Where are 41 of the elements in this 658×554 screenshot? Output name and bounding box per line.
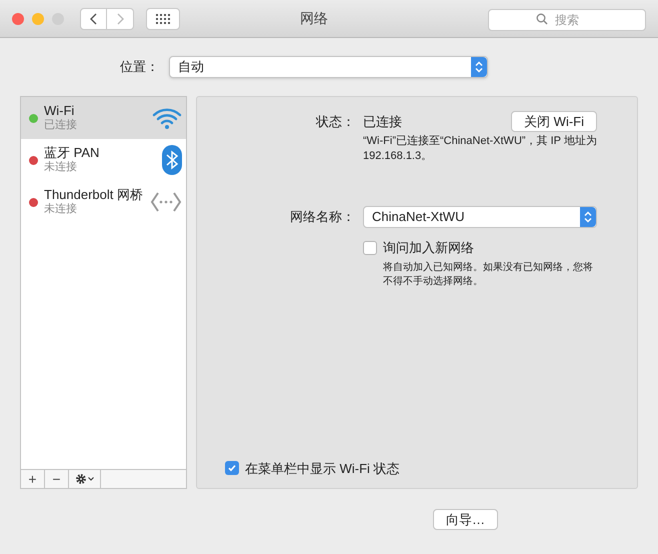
gear-icon (75, 473, 87, 485)
service-item[interactable]: Wi-Fi 已连接 (21, 97, 186, 139)
assistant-button[interactable]: 向导… (433, 509, 498, 530)
wifi-icon (152, 106, 182, 130)
service-name: 蓝牙 PAN (44, 146, 100, 160)
turn-off-wifi-button[interactable]: 关闭 Wi-Fi (511, 111, 597, 132)
status-label: 状态： (314, 113, 355, 131)
ask-join-label: 询问加入新网络 (383, 239, 474, 257)
service-name: Thunderbolt 网桥 (44, 188, 144, 202)
grid-button[interactable] (146, 8, 180, 30)
search-field[interactable]: 搜索 (488, 8, 646, 30)
service-status: 未连接 (44, 202, 78, 216)
location-dropdown[interactable]: 自动 (169, 56, 488, 78)
service-status: 未连接 (44, 160, 78, 174)
checkbox[interactable] (225, 461, 239, 476)
connector-icon (150, 191, 182, 213)
back-button[interactable] (80, 8, 107, 30)
network-dropdown[interactable]: ChinaNet-XtWU (363, 206, 597, 228)
location-label: 位置： (120, 58, 159, 76)
ask-join-note: 将自动加入已知网络。如果没有已知网络，您将不得不手动选择网络。 (382, 260, 594, 288)
add-button[interactable]: + (21, 470, 45, 488)
status-value: 已连接 (363, 112, 402, 131)
checkbox[interactable] (363, 240, 377, 255)
network-name-label: 网络名称： (289, 208, 355, 226)
checkmark-icon (227, 463, 237, 474)
minimize-button[interactable] (32, 12, 44, 24)
bluetooth-icon (162, 145, 182, 175)
caret-icon (88, 477, 94, 481)
status-note: “Wi-Fi”已连接至“ChinaNet-XtWU”，其 IP 地址为 192.168.1.3。 (363, 134, 597, 164)
chevron-right-icon (116, 12, 124, 24)
grid-icon (156, 14, 170, 24)
show-in-menu-label: 在菜单栏中显示 Wi-Fi 状态 (245, 460, 400, 478)
service-status: 已连接 (44, 118, 78, 132)
stepper-icon (471, 57, 487, 77)
search-icon (536, 12, 548, 24)
remove-button[interactable]: − (45, 470, 69, 488)
close-button[interactable] (12, 12, 24, 24)
service-name: Wi-Fi (44, 104, 76, 118)
chevron-left-icon (90, 12, 98, 24)
window-title: 网络 (300, 9, 328, 28)
stepper-icon (580, 207, 596, 227)
